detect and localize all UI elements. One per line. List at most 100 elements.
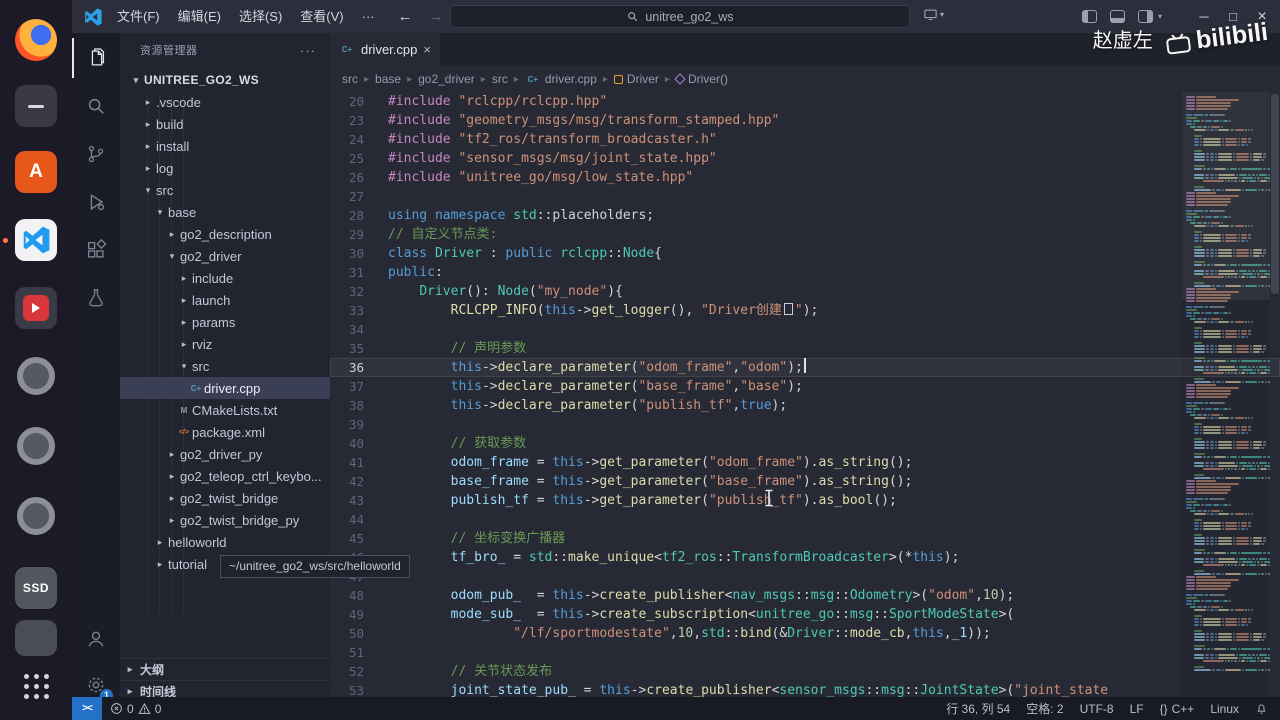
tree-item-rviz[interactable]: ▸ rviz [120, 333, 330, 355]
code-line-39[interactable]: 39 [330, 415, 1280, 434]
close-tab-icon[interactable]: × [423, 42, 431, 57]
code-line-33[interactable]: 33 RCLCPP_INFO(this->get_logger(), "Driv… [330, 301, 1280, 320]
language-mode[interactable]: {} C++ [1160, 702, 1195, 716]
notifications-bell-icon[interactable] [1255, 702, 1268, 715]
vertical-scrollbar[interactable] [1270, 92, 1280, 697]
gray-app-3-icon[interactable] [14, 494, 58, 538]
tree-item-go2_twist_bridge_py[interactable]: ▸ go2_twist_bridge_py [120, 509, 330, 531]
code-line-44[interactable]: 44 [330, 510, 1280, 529]
tree-item-package.xml[interactable]: </> package.xml [120, 421, 330, 443]
forward-icon[interactable]: → [429, 8, 444, 25]
toggle-secondary-sidebar-icon[interactable] [1137, 10, 1153, 23]
tree-item-src[interactable]: ▾ src [120, 179, 330, 201]
tab-driver-cpp[interactable]: C+ driver.cpp × [330, 33, 440, 66]
cursor-position[interactable]: 行 36, 列 54 [946, 700, 1010, 717]
tree-item-go2_twist_bridge[interactable]: ▸ go2_twist_bridge [120, 487, 330, 509]
sidebar-section-outline[interactable]: ▸ 大纲 [120, 658, 330, 680]
code-line-52[interactable]: 52 // 关节状态发布 [330, 662, 1280, 681]
disks-app-icon[interactable]: SSD [14, 566, 58, 610]
menu-item[interactable]: 查看(V) [291, 0, 352, 33]
media-app-icon[interactable] [14, 286, 58, 330]
tree-item-params[interactable]: ▸ params [120, 311, 330, 333]
indentation-status[interactable]: 空格: 2 [1026, 700, 1063, 717]
code-line-53[interactable]: 53 joint_state_pub_ = this->create_publi… [330, 681, 1280, 697]
breadcrumb-item[interactable]: base [375, 72, 401, 86]
eol-status[interactable]: LF [1130, 702, 1144, 716]
scrollbar-thumb[interactable] [1271, 94, 1279, 294]
breadcrumb-item[interactable]: src [492, 72, 508, 86]
gray-app-2-icon[interactable] [14, 424, 58, 468]
code-line-42[interactable]: 42 base_frame = this->get_parameter("bas… [330, 472, 1280, 491]
code-line-37[interactable]: 37 this->declare_parameter("base_frame",… [330, 377, 1280, 396]
close-button[interactable]: × [1254, 8, 1270, 26]
code-line-20[interactable]: 20 #include "rclcpp/rclcpp.hpp" [330, 92, 1280, 111]
sidebar-section-timeline[interactable]: ▸ 时间线 [120, 680, 330, 697]
screencast-menu[interactable]: ▾ [923, 7, 944, 22]
gray-app-4-icon[interactable] [14, 620, 58, 656]
extensions-icon[interactable] [72, 230, 120, 270]
show-applications-button[interactable] [14, 664, 58, 708]
breadcrumb-item[interactable]: go2_driver [418, 72, 475, 86]
app-center-icon[interactable]: A [14, 150, 58, 194]
search-view-icon[interactable] [72, 86, 120, 126]
tree-item-log[interactable]: ▸ log [120, 157, 330, 179]
encoding-status[interactable]: UTF-8 [1080, 702, 1114, 716]
testing-icon[interactable] [72, 278, 120, 318]
code-line-40[interactable]: 40 // 获取参数 [330, 434, 1280, 453]
code-line-47[interactable]: 47 [330, 567, 1280, 586]
vscode-dock-icon[interactable] [14, 218, 58, 262]
maximize-button[interactable]: □ [1225, 9, 1241, 24]
code-line-28[interactable]: 28 using namespace std::placeholders; [330, 206, 1280, 225]
menu-item[interactable]: 选择(S) [230, 0, 291, 33]
breadcrumb-item[interactable]: src [342, 72, 358, 86]
code-line-36[interactable]: 36 this->declare_parameter("odom_frame",… [330, 358, 1280, 377]
files-app-icon[interactable] [14, 84, 58, 128]
code-line-32[interactable]: 32 Driver(): Node("my_node"){ [330, 282, 1280, 301]
problems-status[interactable]: 0 0 [110, 702, 161, 716]
code-line-25[interactable]: 25 #include "sensor_msgs/msg/joint_state.… [330, 149, 1280, 168]
menu-item[interactable]: 文件(F) [108, 0, 169, 33]
source-control-icon[interactable] [72, 134, 120, 174]
tree-item-launch[interactable]: ▸ launch [120, 289, 330, 311]
code-line-29[interactable]: 29 // 自定义节点类: [330, 225, 1280, 244]
remote-os-status[interactable]: Linux [1210, 702, 1239, 716]
gray-app-1-icon[interactable] [14, 354, 58, 398]
minimap-slider[interactable] [1182, 92, 1270, 300]
toggle-panel-icon[interactable] [1109, 10, 1125, 23]
breadcrumb-item[interactable]: Driver() [674, 72, 728, 86]
tree-item-src[interactable]: ▾ src [120, 355, 330, 377]
breadcrumb-item[interactable]: Driver [613, 72, 659, 86]
tree-item-include[interactable]: ▸ include [120, 267, 330, 289]
code-line-45[interactable]: 45 // 坐标变换广播器 [330, 529, 1280, 548]
code-line-24[interactable]: 24 #include "tf2_ros/transform_broadcaste… [330, 130, 1280, 149]
tree-item-build[interactable]: ▸ build [120, 113, 330, 135]
code-line-27[interactable]: 27 [330, 187, 1280, 206]
run-debug-icon[interactable] [72, 182, 120, 222]
code-line-26[interactable]: 26 #include "unitree_go/msg/low_state.hpp… [330, 168, 1280, 187]
tree-item-go2_driver_py[interactable]: ▸ go2_driver_py [120, 443, 330, 465]
code-line-46[interactable]: 46 tf_bro_ = std::make_unique<tf2_ros::T… [330, 548, 1280, 567]
code-line-49[interactable]: 49 mode_sub_ = this->create_subscription… [330, 605, 1280, 624]
remote-indicator[interactable]: >< [72, 697, 102, 720]
code-line-43[interactable]: 43 publish_tf = this->get_parameter("pub… [330, 491, 1280, 510]
tree-item-base[interactable]: ▾ base [120, 201, 330, 223]
tree-item-install[interactable]: ▸ install [120, 135, 330, 157]
tree-item-.vscode[interactable]: ▸ .vscode [120, 91, 330, 113]
breadcrumb-item[interactable]: C+ driver.cpp [525, 72, 597, 86]
tree-item-go2_teleop_ctrl_keybo...[interactable]: ▸ go2_teleop_ctrl_keybo... [120, 465, 330, 487]
minimize-button[interactable]: ─ [1196, 9, 1212, 24]
code-line-51[interactable]: 51 [330, 643, 1280, 662]
tree-item-go2_driver[interactable]: ▾ go2_driver [120, 245, 330, 267]
code-line-30[interactable]: 30 class Driver : public rclcpp::Node{ [330, 244, 1280, 263]
menu-item[interactable]: 编辑(E) [169, 0, 230, 33]
code-line-31[interactable]: 31 public: [330, 263, 1280, 282]
accounts-icon[interactable] [72, 619, 120, 659]
tree-item-CMakeLists.txt[interactable]: M CMakeLists.txt [120, 399, 330, 421]
more-actions-icon[interactable]: ··· [300, 43, 316, 58]
code-line-50[interactable]: 50 "/lf/sportmodestate",10,std::bind(&Dr… [330, 624, 1280, 643]
tree-item-helloworld[interactable]: ▸ helloworld [120, 531, 330, 553]
back-icon[interactable]: ← [398, 8, 413, 25]
firefox-icon[interactable] [14, 18, 58, 62]
code-line-48[interactable]: 48 odom_pub_ = this->create_publisher<na… [330, 586, 1280, 605]
code-line-23[interactable]: 23 #include "geometry_msgs/msg/transform_… [330, 111, 1280, 130]
